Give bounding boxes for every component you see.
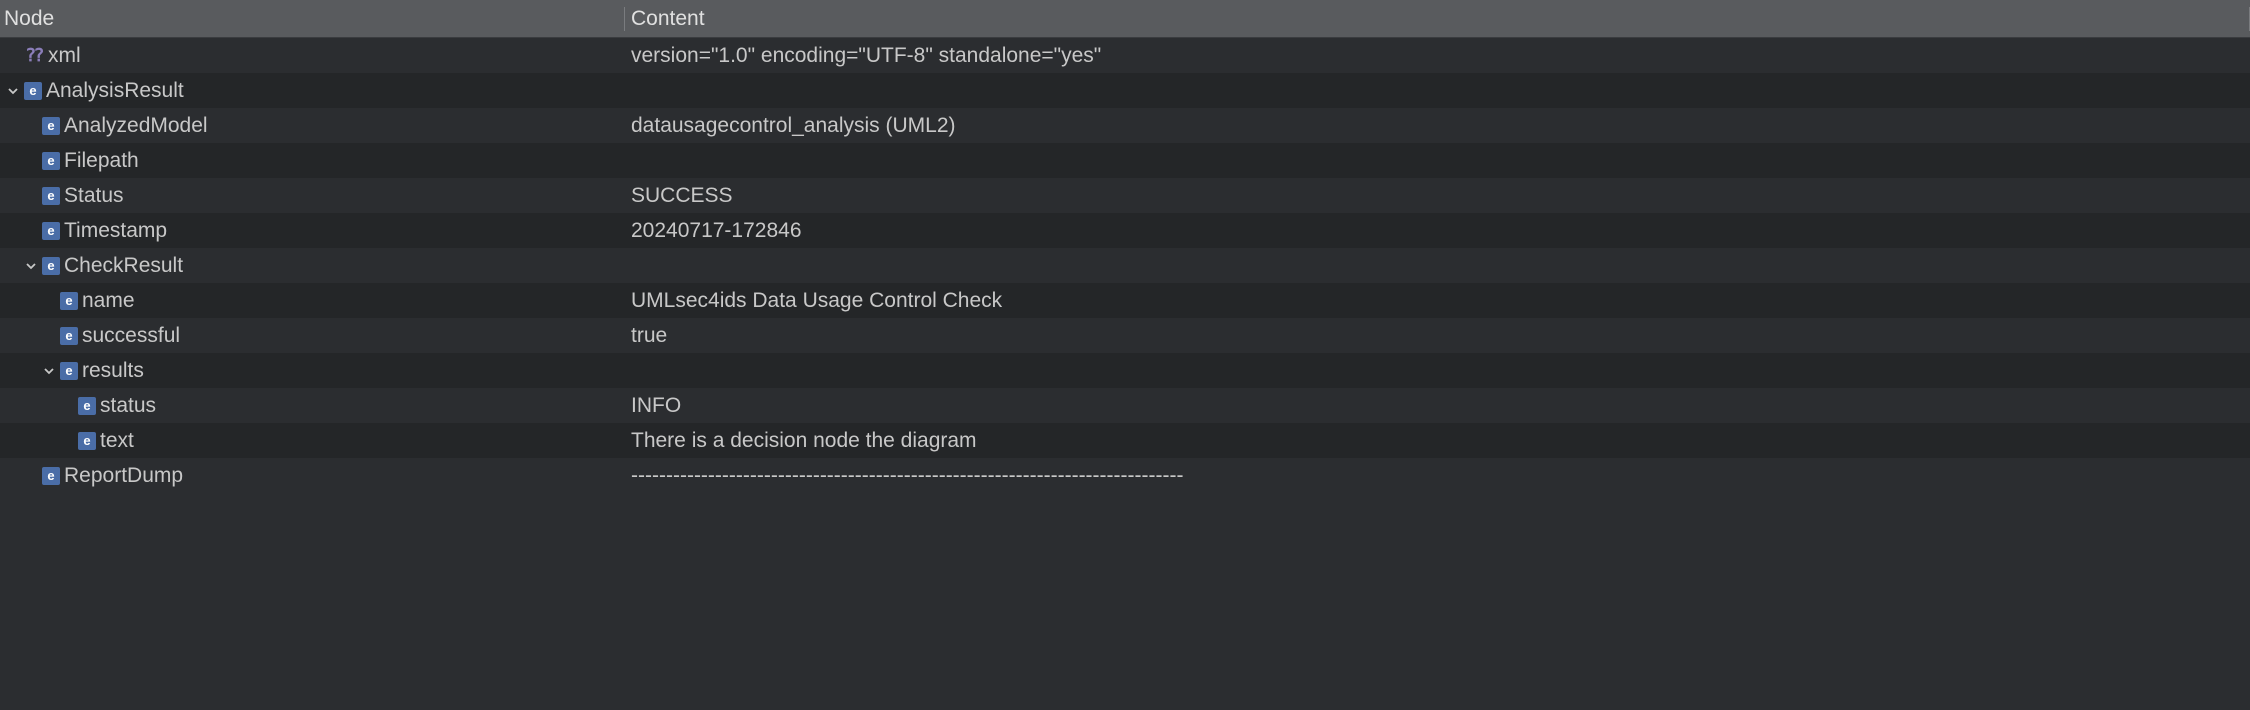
report-dump-node[interactable]: eReportDump [0, 464, 625, 488]
status-node[interactable]: eStatus [0, 184, 625, 208]
result-text-node[interactable]: etext [0, 429, 625, 453]
tree-row[interactable]: enameUMLsec4ids Data Usage Control Check [0, 283, 2250, 318]
content-cell: UMLsec4ids Data Usage Control Check [625, 289, 2250, 313]
content-cell: version="1.0" encoding="UTF-8" standalon… [625, 44, 2250, 68]
analysis-result-node[interactable]: eAnalysisResult [0, 79, 625, 103]
table-header: Node Content [0, 0, 2250, 38]
node-column-header[interactable]: Node [0, 7, 625, 31]
result-status-node[interactable]: estatus [0, 394, 625, 418]
node-label: AnalyzedModel [64, 114, 208, 138]
node-label: AnalysisResult [46, 79, 184, 103]
node-label: text [100, 429, 134, 453]
xml-element-icon: e [42, 257, 60, 275]
successful-node[interactable]: esuccessful [0, 324, 625, 348]
node-label: results [82, 359, 144, 383]
node-label: CheckResult [64, 254, 183, 278]
chevron-down-icon[interactable] [40, 362, 58, 380]
tree-row[interactable]: estatusINFO [0, 388, 2250, 423]
node-label: xml [48, 44, 81, 68]
xml-element-icon: e [78, 432, 96, 450]
xml-element-icon: e [78, 397, 96, 415]
xml-element-icon: e [42, 187, 60, 205]
xml-element-icon: e [42, 117, 60, 135]
tree-row[interactable]: eAnalysisResult [0, 73, 2250, 108]
filepath-node[interactable]: eFilepath [0, 149, 625, 173]
tree-row[interactable]: eCheckResult [0, 248, 2250, 283]
node-label: successful [82, 324, 180, 348]
tree-row[interactable]: eTimestamp20240717-172846 [0, 213, 2250, 248]
tree-row[interactable]: esuccessfultrue [0, 318, 2250, 353]
xml-element-icon: e [60, 292, 78, 310]
xml-element-icon: e [60, 362, 78, 380]
tree-row[interactable]: eStatusSUCCESS [0, 178, 2250, 213]
xml-declaration-icon: ⁇ [24, 46, 44, 66]
node-label: Timestamp [64, 219, 167, 243]
node-label: ReportDump [64, 464, 183, 488]
xml-tree-table: Node Content ⁇xmlversion="1.0" encoding=… [0, 0, 2250, 493]
content-cell: There is a decision node the diagram [625, 429, 2250, 453]
xml-element-icon: e [60, 327, 78, 345]
check-result-node[interactable]: eCheckResult [0, 254, 625, 278]
xml-element-icon: e [42, 467, 60, 485]
tree-row[interactable]: etextThere is a decision node the diagra… [0, 423, 2250, 458]
content-cell: 20240717-172846 [625, 219, 2250, 243]
content-cell: INFO [625, 394, 2250, 418]
node-label: status [100, 394, 156, 418]
xml-declaration[interactable]: ⁇xml [0, 44, 625, 68]
name-node[interactable]: ename [0, 289, 625, 313]
xml-element-icon: e [24, 82, 42, 100]
tree-row[interactable]: ⁇xmlversion="1.0" encoding="UTF-8" stand… [0, 38, 2250, 73]
chevron-down-icon[interactable] [4, 82, 22, 100]
tree-row[interactable]: eReportDump-----------------------------… [0, 458, 2250, 493]
node-label: Filepath [64, 149, 139, 173]
chevron-down-icon[interactable] [22, 257, 40, 275]
content-cell: SUCCESS [625, 184, 2250, 208]
node-label: name [82, 289, 135, 313]
content-cell: ----------------------------------------… [625, 464, 2250, 488]
tree-row[interactable]: eAnalyzedModeldatausagecontrol_analysis … [0, 108, 2250, 143]
results-node[interactable]: eresults [0, 359, 625, 383]
tree-row[interactable]: eresults [0, 353, 2250, 388]
content-column-header[interactable]: Content [625, 7, 2250, 31]
content-cell: true [625, 324, 2250, 348]
xml-element-icon: e [42, 152, 60, 170]
node-label: Status [64, 184, 124, 208]
content-cell: datausagecontrol_analysis (UML2) [625, 114, 2250, 138]
tree-row[interactable]: eFilepath [0, 143, 2250, 178]
timestamp-node[interactable]: eTimestamp [0, 219, 625, 243]
xml-element-icon: e [42, 222, 60, 240]
analyzed-model-node[interactable]: eAnalyzedModel [0, 114, 625, 138]
